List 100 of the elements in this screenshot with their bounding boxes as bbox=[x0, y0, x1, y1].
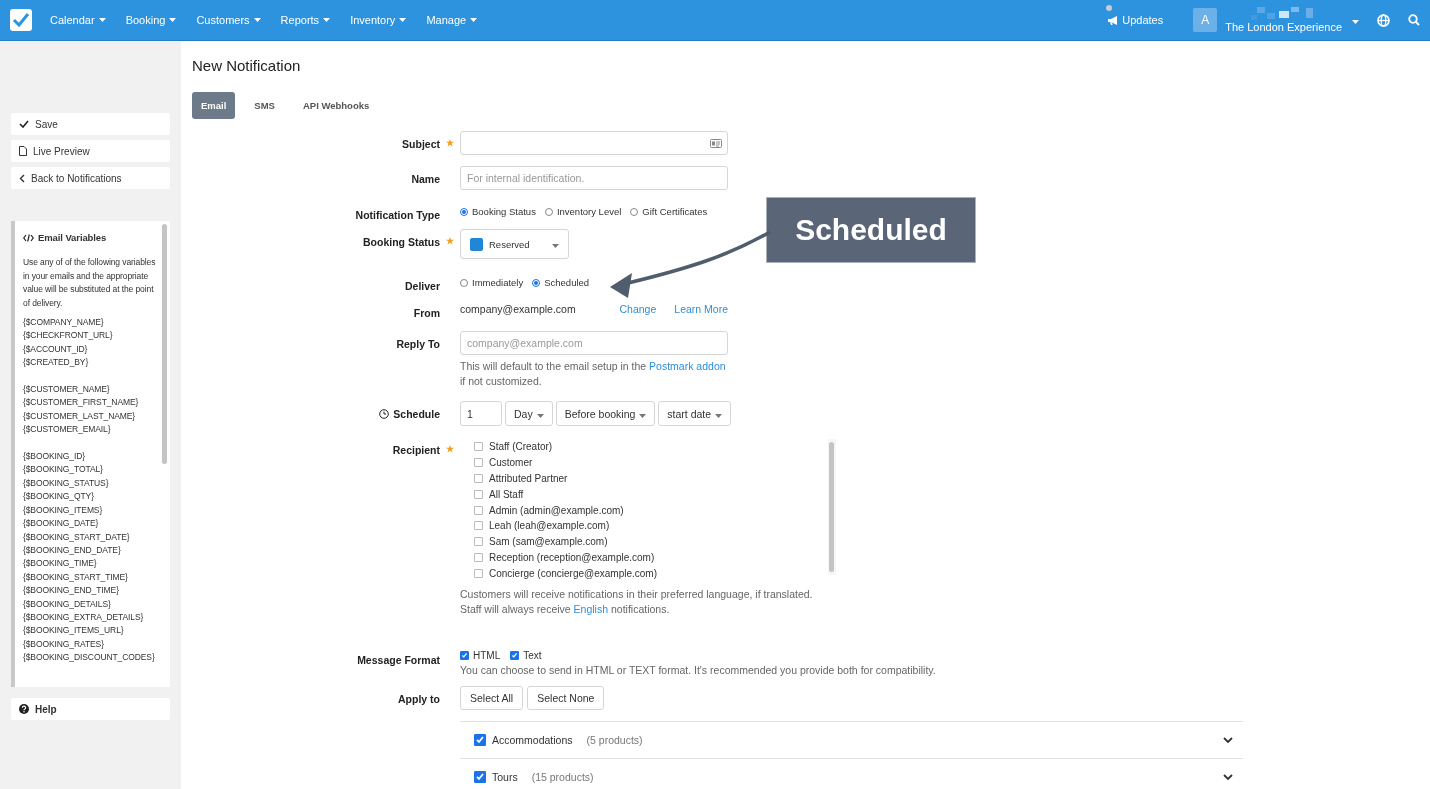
scrollbar[interactable] bbox=[162, 224, 167, 464]
language-note: Customers will receive notifications in their preferred language, if translated. Staff will always receive English notifications. bbox=[460, 587, 814, 617]
caret-icon bbox=[253, 18, 261, 22]
radio-button[interactable] bbox=[460, 207, 468, 216]
tab[interactable]: SMS bbox=[245, 92, 284, 119]
checkbox-label[interactable]: All Staff bbox=[489, 488, 524, 500]
checkbox[interactable] bbox=[510, 651, 520, 660]
app-logo-icon[interactable] bbox=[10, 9, 32, 31]
field-label: Notification Type bbox=[355, 209, 440, 221]
dropdown[interactable]: Day bbox=[505, 401, 553, 426]
checkbox-label[interactable]: HTML bbox=[473, 650, 501, 661]
text-link[interactable]: Change bbox=[619, 303, 657, 315]
chevron-down-icon[interactable] bbox=[1223, 736, 1233, 744]
page-title: New Notification bbox=[192, 57, 302, 74]
variable-name: {$BOOKING_TIME} bbox=[23, 557, 98, 571]
product-count: (15 products) bbox=[531, 771, 595, 783]
clock-icon bbox=[379, 409, 390, 419]
document-icon bbox=[19, 146, 27, 156]
radio-button[interactable] bbox=[544, 207, 553, 216]
caret-icon bbox=[536, 413, 544, 418]
checkbox[interactable] bbox=[474, 521, 483, 531]
category-name: Tours bbox=[492, 771, 518, 783]
tab[interactable]: API Webhooks bbox=[293, 92, 379, 119]
checkbox[interactable] bbox=[474, 458, 483, 468]
radio-label[interactable]: Immediately bbox=[472, 277, 524, 288]
checkbox-label[interactable]: Text bbox=[523, 650, 542, 661]
checkbox[interactable] bbox=[474, 537, 483, 547]
globe-icon[interactable] bbox=[1377, 13, 1390, 27]
sidebar-button[interactable]: Save bbox=[11, 113, 170, 135]
account-caret-icon bbox=[1352, 20, 1359, 24]
select-button[interactable]: Select None bbox=[527, 686, 605, 710]
variable-name: {$BOOKING_EXTRA_DETAILS} bbox=[23, 610, 145, 624]
panel-description: Use any of of the following variables in your emails and the appropriate value will be substituted at the point of delivery. bbox=[23, 256, 157, 310]
caret-icon bbox=[169, 18, 177, 22]
checkbox-label[interactable]: Admin (admin@example.com) bbox=[489, 504, 624, 516]
checkbox[interactable] bbox=[474, 734, 486, 746]
checkbox-label[interactable]: Reception (reception@example.com) bbox=[489, 551, 655, 563]
checkbox-label[interactable]: Concierge (concierge@example.com) bbox=[489, 567, 657, 579]
category-name: Accommodations bbox=[492, 734, 573, 746]
text-field[interactable]: company@example.com bbox=[460, 331, 728, 355]
dropdown[interactable]: start date bbox=[658, 401, 732, 426]
variable-name: {$BOOKING_END_TIME} bbox=[23, 584, 120, 598]
category-row[interactable]: Accommodations (5 products) bbox=[460, 721, 1243, 758]
checkbox[interactable] bbox=[474, 505, 483, 515]
checkbox-label[interactable]: Attributed Partner bbox=[489, 473, 568, 484]
radio-label[interactable]: Scheduled bbox=[544, 277, 590, 288]
dropdown[interactable]: Before booking bbox=[555, 401, 656, 426]
category-row[interactable]: Tours (15 products) bbox=[460, 758, 1243, 789]
english-link[interactable]: English bbox=[573, 603, 609, 615]
variable-name: {$BOOKING_RATES} bbox=[23, 637, 105, 651]
chevron-left-icon bbox=[19, 173, 25, 183]
caret-icon bbox=[551, 243, 559, 248]
format-help-text: You can choose to send in HTML or TEXT format. It's recommended you provide both for compatibility. bbox=[460, 663, 937, 678]
checkbox[interactable] bbox=[474, 568, 483, 578]
variable-name: {$CUSTOMER_FIRST_NAME} bbox=[23, 396, 140, 410]
field-label: Apply to bbox=[398, 693, 440, 705]
help-icon bbox=[19, 704, 29, 714]
variable-name: {$BOOKING_START_DATE} bbox=[23, 530, 131, 544]
radio-button[interactable] bbox=[630, 207, 639, 216]
sidebar-button[interactable]: Live Preview bbox=[11, 140, 170, 162]
field-label: Recipient bbox=[392, 444, 440, 456]
radio-label[interactable]: Inventory Level bbox=[556, 206, 622, 217]
field-label: Message Format bbox=[357, 654, 440, 666]
chevron-down-icon[interactable] bbox=[1223, 773, 1233, 781]
postmark-addon-link[interactable]: Postmark addon bbox=[649, 360, 726, 372]
text-field[interactable]: For internal identification. bbox=[460, 166, 728, 190]
variable-name: {$CUSTOMER_NAME} bbox=[23, 383, 111, 397]
checkbox[interactable] bbox=[474, 474, 483, 483]
select-button[interactable]: Select All bbox=[460, 686, 524, 710]
subject-field[interactable] bbox=[460, 131, 728, 155]
radio-label[interactable]: Gift Certificates bbox=[642, 206, 708, 217]
radio-button[interactable] bbox=[460, 278, 468, 287]
checkbox-label[interactable]: Staff (Creator) bbox=[489, 441, 553, 453]
amount-field[interactable]: 1 bbox=[460, 401, 502, 426]
checkbox[interactable] bbox=[474, 442, 483, 452]
variable-name: {$ACCOUNT_ID} bbox=[23, 342, 89, 356]
text-link[interactable]: Learn More bbox=[674, 303, 728, 315]
tab[interactable]: Email bbox=[192, 92, 236, 119]
from-address: company@example.com bbox=[460, 303, 577, 315]
scrollbar[interactable] bbox=[829, 442, 834, 572]
checkbox[interactable] bbox=[474, 489, 483, 499]
template-icon[interactable] bbox=[710, 138, 722, 148]
field-label: Deliver bbox=[404, 280, 440, 292]
status-select[interactable]: Reserved bbox=[460, 229, 569, 259]
sidebar-button[interactable]: Back to Notifications bbox=[11, 167, 170, 189]
caret-icon bbox=[323, 18, 331, 22]
checkbox[interactable] bbox=[474, 552, 483, 562]
radio-button[interactable] bbox=[532, 278, 541, 287]
search-icon[interactable] bbox=[1408, 14, 1420, 26]
help-button[interactable]: Help bbox=[11, 698, 170, 720]
radio-label[interactable]: Booking Status bbox=[472, 206, 536, 217]
variable-name: {$CHECKFRONT_URL} bbox=[23, 329, 114, 343]
checkbox-label[interactable]: Customer bbox=[489, 457, 533, 469]
checkbox[interactable] bbox=[460, 651, 469, 660]
caret-icon bbox=[639, 413, 647, 418]
variable-name: {$BOOKING_DETAILS} bbox=[23, 597, 112, 611]
checkbox-label[interactable]: Leah (leah@example.com) bbox=[489, 520, 610, 532]
megaphone-icon[interactable] bbox=[1107, 14, 1120, 26]
checkbox[interactable] bbox=[474, 771, 486, 783]
checkbox-label[interactable]: Sam (sam@example.com) bbox=[489, 536, 608, 548]
